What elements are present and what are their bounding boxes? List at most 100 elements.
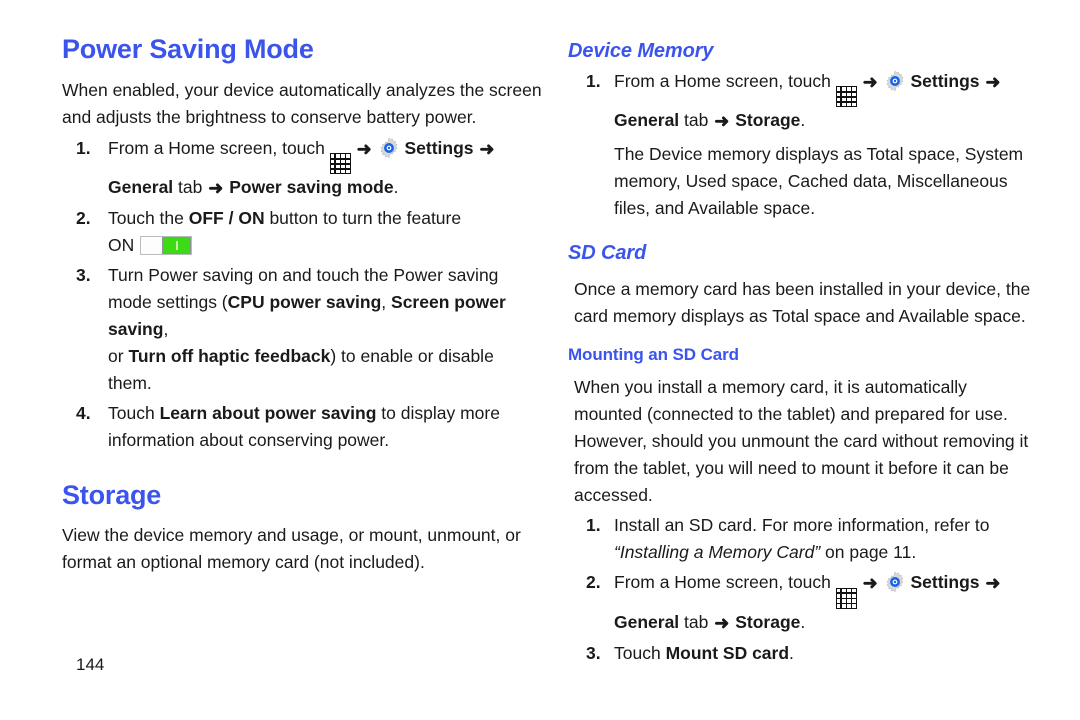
power-saving-mode-label: Power saving mode (229, 177, 394, 198)
off-on-label: OFF / ON (188, 208, 265, 229)
list-item: 1. From a Home screen, touch ➜ Settings … (62, 135, 542, 202)
mounting-paragraph: When you install a memory card, it is au… (574, 377, 1029, 506)
step-text: From a Home screen, touch (108, 138, 325, 158)
step-line: From a Home screen, touch ➜ Settings ➜ (614, 68, 1038, 108)
step-line: Turn Power saving on and touch the Power… (108, 265, 499, 286)
period: . (800, 110, 806, 131)
mounting-steps: 1. Install an SD card. For more informat… (568, 512, 1038, 666)
step-text: From a Home screen, touch (614, 572, 831, 593)
step-line: Touch the OFF / ON button to turn the fe… (108, 205, 542, 232)
device-memory-note: The Device memory displays as Total spac… (614, 144, 1024, 219)
general-tab-label: General (614, 110, 680, 131)
left-column: Power Saving Mode When enabled, your dev… (62, 34, 542, 576)
apps-grid-icon[interactable] (835, 86, 857, 108)
step-line: From a Home screen, touch ➜ Settings ➜ (108, 135, 542, 175)
settings-gear-icon[interactable] (884, 571, 906, 593)
step-line: General tab ➜ Storage. (614, 107, 1038, 135)
apps-grid-icon[interactable] (835, 587, 857, 609)
list-item: 1. Install an SD card. For more informat… (568, 512, 1038, 566)
tab-word: tab (679, 110, 714, 131)
power-saving-steps: 1. From a Home screen, touch ➜ Settings … (62, 135, 542, 454)
on-label: ON (108, 235, 135, 256)
device-memory-heading: Device Memory (568, 40, 714, 62)
step-line: or Turn off haptic feedback) to enable o… (108, 343, 542, 397)
period: . (800, 611, 806, 632)
step-line: mode settings (CPU power saving, Screen … (108, 289, 542, 343)
step-line: Touch Learn about power saving to displa… (108, 400, 542, 427)
arrow-icon: ➜ (862, 72, 878, 92)
sd-card-heading: SD Card (568, 242, 647, 265)
step-line: Touch Mount SD card. (614, 640, 1038, 667)
settings-label: Settings (404, 138, 474, 158)
tab-word: tab (679, 611, 714, 632)
step-text: to display more (376, 403, 500, 424)
step-number: 2. (586, 572, 601, 593)
storage-paragraph: View the device memory and usage, or mou… (62, 525, 521, 573)
step-number: 1. (586, 515, 601, 536)
intro-paragraph: When enabled, your device automatically … (62, 80, 542, 127)
step-text: button to turn the feature (264, 208, 462, 229)
list-item: 3. Touch Mount SD card. (568, 640, 1038, 667)
step-number: 3. (76, 265, 91, 286)
sd-card-paragraph: Once a memory card has been installed in… (574, 279, 1031, 327)
settings-gear-icon[interactable] (884, 70, 906, 92)
mount-sd-card-label: Mount SD card (665, 642, 790, 663)
step-text: Touch the (108, 208, 189, 229)
step-number: 1. (76, 138, 91, 158)
step-line: “Installing a Memory Card” on page 11. (614, 539, 1038, 566)
storage-label: Storage (735, 611, 801, 632)
step-text: on page 11. (820, 542, 917, 563)
settings-label: Settings (910, 71, 980, 91)
comma: , (381, 292, 392, 313)
step-text: or (108, 346, 129, 367)
page-title: Power Saving Mode (62, 34, 314, 64)
arrow-icon: ➜ (985, 72, 1001, 92)
arrow-icon: ➜ (356, 139, 372, 159)
step-text: From a Home screen, touch (614, 71, 831, 91)
learn-about-power-saving-label: Learn about power saving (159, 403, 377, 424)
storage-heading: Storage (62, 480, 162, 511)
step-text: Touch (108, 403, 160, 424)
step-line: General tab ➜ Power saving mode. (108, 174, 542, 202)
step-line: ON (108, 232, 542, 259)
step-line: information about conserving power. (108, 430, 390, 451)
list-item: 2. Touch the OFF / ON button to turn the… (62, 205, 542, 259)
tab-word: tab (173, 177, 208, 198)
arrow-icon: ➜ (714, 111, 730, 132)
arrow-icon: ➜ (985, 573, 1001, 594)
cross-reference-link[interactable]: “Installing a Memory Card” (614, 542, 820, 562)
off-on-toggle[interactable] (140, 236, 193, 256)
list-item: 3. Turn Power saving on and touch the Po… (62, 262, 542, 397)
arrow-icon: ➜ (208, 178, 224, 199)
mounting-sd-card-heading: Mounting an SD Card (568, 345, 739, 365)
settings-label: Settings (910, 572, 980, 593)
arrow-icon: ➜ (714, 612, 730, 633)
general-tab-label: General (108, 177, 174, 198)
comma: , (163, 319, 169, 340)
step-number: 1. (586, 71, 601, 91)
manual-page: Power Saving Mode When enabled, your dev… (0, 0, 1080, 720)
step-number: 4. (76, 403, 91, 424)
step-text: mode settings ( (108, 292, 228, 313)
settings-gear-icon[interactable] (378, 137, 400, 159)
step-line: Install an SD card. For more information… (614, 515, 990, 536)
arrow-icon: ➜ (862, 573, 878, 594)
right-column: Device Memory 1. From a Home screen, tou… (568, 40, 1038, 667)
storage-label: Storage (735, 110, 801, 131)
step-number: 3. (586, 642, 601, 663)
general-tab-label: General (614, 611, 680, 632)
toggle-knob (162, 237, 192, 255)
cpu-power-saving-label: CPU power saving (227, 292, 382, 313)
page-number: 144 (76, 655, 105, 674)
list-item: 2. From a Home screen, touch ➜ Settings … (568, 569, 1038, 636)
list-item: 1. From a Home screen, touch ➜ Settings … (568, 68, 1038, 222)
step-line: From a Home screen, touch ➜ Settings ➜ (614, 569, 1038, 609)
device-memory-steps: 1. From a Home screen, touch ➜ Settings … (568, 68, 1038, 222)
period: . (393, 177, 399, 198)
step-number: 2. (76, 208, 91, 229)
step-line: General tab ➜ Storage. (614, 609, 1038, 637)
haptic-feedback-label: Turn off haptic feedback (128, 346, 331, 367)
list-item: 4. Touch Learn about power saving to dis… (62, 400, 542, 454)
arrow-icon: ➜ (479, 139, 495, 159)
apps-grid-icon[interactable] (329, 153, 351, 175)
